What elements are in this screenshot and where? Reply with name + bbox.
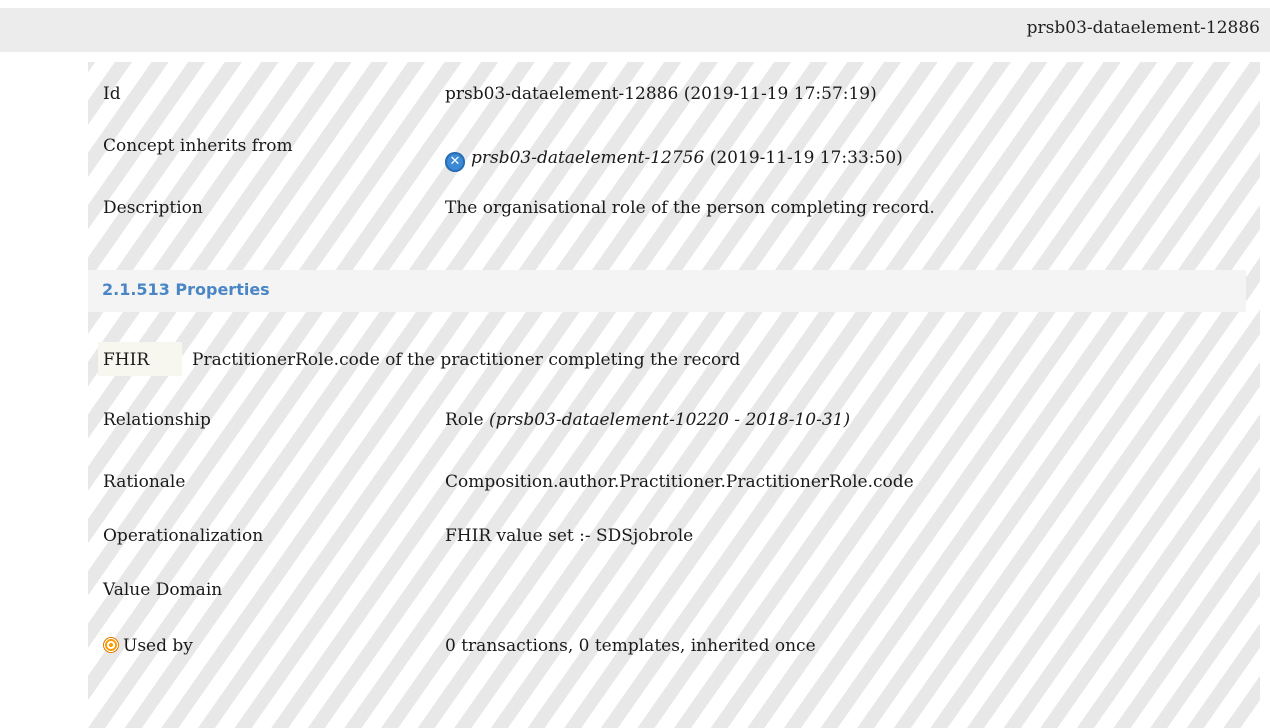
top-bar: prsb03-dataelement-12886 (0, 8, 1270, 52)
element-id-breadcrumb: prsb03-dataelement-12886 (1026, 18, 1260, 38)
relationship-name: Role (445, 410, 484, 430)
used-by-label-wrap: Used by (103, 636, 193, 656)
rationale-label: Rationale (103, 472, 186, 492)
relationship-value: Role (prsb03-dataelement-10220 - 2018-10… (445, 410, 850, 430)
inherits-value: ✕ prsb03-dataelement-12756 (2019-11-19 17… (445, 148, 903, 172)
operationalization-value: FHIR value set :- SDSjobrole (445, 526, 694, 546)
rationale-value: Composition.author.Practitioner.Practiti… (445, 472, 914, 492)
operationalization-label: Operationalization (103, 526, 264, 546)
fhir-text: PractitionerRole.code of the practitione… (192, 350, 741, 370)
description-label: Description (103, 198, 203, 218)
id-value: prsb03-dataelement-12886 (2019-11-19 17:… (445, 84, 877, 104)
concept-details: Id prsb03-dataelement-12886 (2019-11-19 … (88, 62, 1260, 728)
relationship-label: Relationship (103, 410, 211, 430)
used-by-value: 0 transactions, 0 templates, inherited o… (445, 636, 816, 656)
inherits-date: (2019-11-19 17:33:50) (709, 148, 903, 168)
value-domain-label: Value Domain (103, 580, 223, 600)
target-icon[interactable] (103, 637, 119, 653)
fhir-label: FHIR (103, 350, 150, 370)
inherits-label: Concept inherits from (103, 136, 293, 156)
properties-heading: 2.1.513 Properties (88, 270, 1246, 312)
close-circle-icon[interactable]: ✕ (445, 152, 465, 172)
used-by-label: Used by (123, 636, 193, 656)
inherits-link[interactable]: prsb03-dataelement-12756 (471, 148, 704, 168)
relationship-ref[interactable]: (prsb03-dataelement-10220 - 2018-10-31) (489, 410, 850, 430)
id-label: Id (103, 84, 121, 104)
properties-heading-text: 2.1.513 Properties (102, 280, 270, 299)
description-value: The organisational role of the person co… (445, 198, 935, 218)
